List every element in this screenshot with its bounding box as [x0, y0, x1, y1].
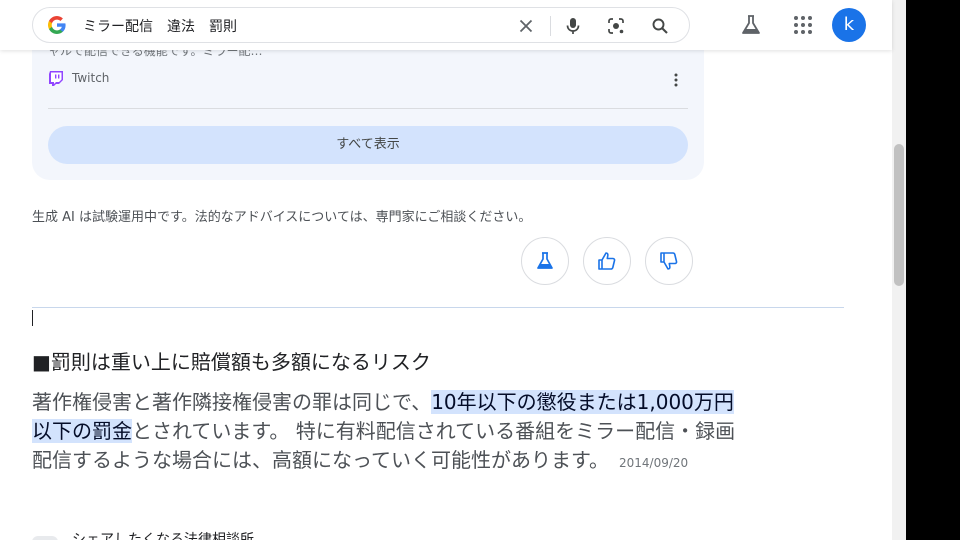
more-vert-icon[interactable] — [670, 72, 682, 88]
camera-lens-icon[interactable] — [606, 16, 626, 36]
text-cursor — [32, 310, 33, 326]
ai-overview-card: ャルで配信できる機能です。ミラー配… Twitch すべて表示 — [32, 30, 704, 180]
featured-snippet-text: 著作権侵害と著作隣接権侵害の罪は同じで、10年以下の懲役または1,000万円以下… — [32, 388, 752, 478]
thumbs-down-icon — [660, 252, 678, 270]
search-header: ミラー配信 違法 罰則 k — [0, 0, 892, 50]
site-favicon-icon — [32, 536, 58, 540]
close-icon[interactable] — [516, 16, 536, 36]
source-site-name: シェアしたくなる法律相談所 — [72, 532, 254, 540]
source-link-next[interactable]: シェアしたくなる法律相談所 — [32, 528, 906, 540]
snippet-text-pre: 著作権侵害と著作隣接権侵害の罪は同じで、 — [32, 390, 432, 414]
search-input[interactable]: ミラー配信 違法 罰則 — [83, 16, 237, 36]
search-box[interactable]: ミラー配信 違法 罰則 — [32, 7, 690, 43]
labs-feedback-button[interactable] — [521, 237, 569, 285]
thumbs-down-button[interactable] — [645, 237, 693, 285]
flask-icon — [537, 252, 553, 269]
show-all-button[interactable]: すべて表示 — [48, 126, 688, 164]
source-name: Twitch — [72, 71, 110, 85]
search-icon[interactable] — [650, 16, 670, 36]
section-divider — [32, 307, 844, 308]
scrollbar-thumb[interactable] — [894, 144, 904, 286]
page-scrollbar[interactable] — [892, 0, 906, 540]
thumbs-up-icon — [598, 252, 616, 270]
account-avatar[interactable]: k — [832, 8, 866, 42]
twitch-icon — [49, 71, 63, 86]
featured-snippet-heading: ■罰則は重い上に賠償額も多額になるリスク — [32, 350, 431, 374]
labs-flask-icon[interactable] — [740, 14, 762, 36]
card-divider — [48, 108, 688, 109]
snippet-date: 2014/09/20 — [619, 456, 689, 470]
search-results-page: ャルで配信できる機能です。ミラー配… Twitch すべて表示 生成 AI は試… — [0, 0, 906, 540]
google-logo-icon — [48, 16, 66, 34]
searchbox-divider — [550, 16, 551, 36]
microphone-icon[interactable] — [563, 16, 583, 36]
apps-grid-icon[interactable] — [792, 14, 814, 36]
ai-disclaimer: 生成 AI は試験運用中です。法的なアドバイスについては、専門家にご相談ください… — [32, 210, 532, 225]
thumbs-up-button[interactable] — [583, 237, 631, 285]
